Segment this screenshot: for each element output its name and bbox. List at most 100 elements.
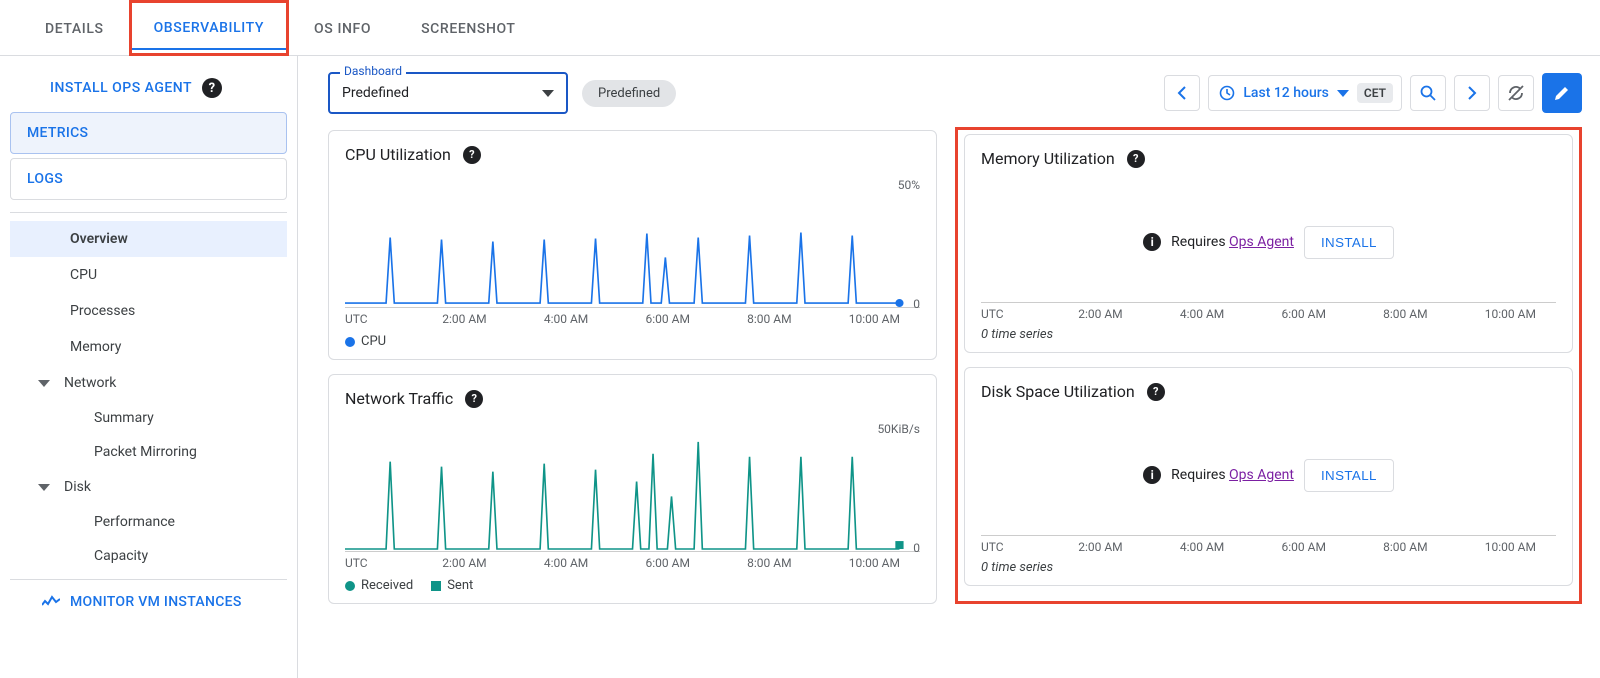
requires-prefix: Requires — [1171, 234, 1229, 250]
tree-item-summary[interactable]: Summary — [10, 401, 287, 435]
legend-item-sent[interactable]: Sent — [431, 578, 473, 593]
x-tick: 4:00 AM — [544, 312, 588, 326]
ops-agent-link[interactable]: Ops Agent — [1229, 234, 1294, 250]
monitor-vm-instances-label: MONITOR VM INSTANCES — [70, 594, 242, 610]
card-title-text: CPU Utilization — [345, 145, 451, 164]
x-tick: 8:00 AM — [747, 556, 791, 570]
main-content: Dashboard Predefined Predefined Last 12 … — [298, 56, 1600, 678]
tab-observability[interactable]: OBSERVABILITY — [129, 0, 289, 56]
sidebar-tab-metrics[interactable]: METRICS — [10, 112, 287, 154]
tree-item-capacity[interactable]: Capacity — [10, 539, 287, 573]
legend-swatch-icon — [345, 581, 355, 591]
dashboard-select-label: Dashboard — [340, 64, 406, 78]
pencil-icon — [1553, 84, 1571, 102]
net-plot[interactable]: 50KiB/s 0 — [345, 422, 920, 552]
requires-prefix: Requires — [1171, 467, 1229, 483]
net-spark-icon — [345, 422, 920, 551]
tab-details[interactable]: DETAILS — [20, 0, 129, 56]
x-axis: UTC 2:00 AM 4:00 AM 6:00 AM 8:00 AM 10:0… — [345, 552, 920, 570]
legend-item-cpu[interactable]: CPU — [345, 334, 386, 349]
timezone-chip: CET — [1357, 83, 1393, 103]
x-axis: UTC 2:00 AM 4:00 AM 6:00 AM 8:00 AM 10:0… — [981, 303, 1556, 321]
legend: CPU — [345, 326, 920, 349]
tree-group-network[interactable]: Network — [10, 365, 287, 401]
legend: Received Sent — [345, 570, 920, 593]
chart-grid: CPU Utilization ? 50% 0 UTC 2:00 AM — [328, 130, 1582, 604]
info-icon: i — [1143, 233, 1161, 251]
y-axis-max: 50KiB/s — [877, 422, 920, 436]
sidebar-tab-logs[interactable]: LOGS — [10, 158, 287, 200]
y-axis-min: 0 — [913, 541, 920, 555]
dashboard-select[interactable]: Dashboard Predefined — [328, 72, 568, 114]
tab-screenshot[interactable]: SCREENSHOT — [396, 0, 540, 56]
x-tick: UTC — [345, 556, 385, 570]
x-tick: 6:00 AM — [1282, 540, 1326, 554]
edit-dashboard-button[interactable] — [1542, 73, 1582, 113]
metrics-tree: Overview CPU Processes Memory Network Su… — [10, 221, 287, 573]
chart-col-right-highlighted: Memory Utilization ? i Requires Ops Agen… — [955, 127, 1582, 604]
legend-item-received[interactable]: Received — [345, 578, 413, 593]
help-icon[interactable]: ? — [1147, 383, 1165, 401]
time-range-label: Last 12 hours — [1243, 85, 1329, 101]
tree-item-packet-mirroring[interactable]: Packet Mirroring — [10, 435, 287, 469]
tree-group-network-label: Network — [64, 375, 116, 391]
cpu-plot[interactable]: 50% 0 — [345, 178, 920, 308]
tree-item-processes[interactable]: Processes — [10, 293, 287, 329]
chart-col-left: CPU Utilization ? 50% 0 UTC 2:00 AM — [328, 130, 937, 604]
x-tick: 10:00 AM — [849, 312, 900, 326]
x-tick: UTC — [345, 312, 385, 326]
requires-text: Requires Ops Agent — [1171, 234, 1294, 250]
x-tick: 8:00 AM — [747, 312, 791, 326]
divider — [10, 212, 287, 213]
install-button[interactable]: INSTALL — [1304, 459, 1394, 492]
card-title-text: Memory Utilization — [981, 149, 1115, 168]
chevron-down-icon — [38, 380, 50, 387]
info-icon: i — [1143, 466, 1161, 484]
y-axis-max: 50% — [898, 178, 920, 192]
x-tick: 10:00 AM — [1485, 540, 1536, 554]
time-controls: Last 12 hours CET — [1164, 73, 1582, 113]
x-tick: 10:00 AM — [1485, 307, 1536, 321]
chevron-down-icon — [542, 90, 554, 97]
install-ops-agent-link[interactable]: INSTALL OPS AGENT — [50, 80, 192, 96]
chevron-down-icon — [1337, 90, 1349, 97]
legend-label: Received — [361, 578, 413, 593]
tree-item-memory[interactable]: Memory — [10, 329, 287, 365]
time-prev-button[interactable] — [1164, 75, 1200, 111]
x-tick: 6:00 AM — [646, 312, 690, 326]
help-icon[interactable]: ? — [465, 390, 483, 408]
ops-agent-link[interactable]: Ops Agent — [1229, 467, 1294, 483]
tree-item-performance[interactable]: Performance — [10, 505, 287, 539]
auto-refresh-off-button[interactable] — [1498, 75, 1534, 111]
card-network-traffic: Network Traffic ? 50KiB/s 0 UTC 2:00 AM — [328, 374, 937, 604]
time-next-button[interactable] — [1454, 75, 1490, 111]
x-tick: 10:00 AM — [849, 556, 900, 570]
chevron-left-icon — [1177, 86, 1187, 100]
tree-item-cpu[interactable]: CPU — [10, 257, 287, 293]
help-icon[interactable]: ? — [202, 78, 222, 98]
monitor-vm-instances-link[interactable]: MONITOR VM INSTANCES — [10, 579, 287, 610]
requires-ops-agent-row: i Requires Ops Agent INSTALL — [981, 415, 1556, 535]
zoom-button[interactable] — [1410, 75, 1446, 111]
refresh-off-icon — [1507, 84, 1525, 102]
search-icon — [1420, 85, 1436, 101]
install-button[interactable]: INSTALL — [1304, 226, 1394, 259]
dashboard-chip[interactable]: Predefined — [582, 80, 676, 107]
dashboard-select-value: Predefined — [342, 85, 409, 101]
toolbar: Dashboard Predefined Predefined Last 12 … — [328, 72, 1582, 114]
time-range-picker[interactable]: Last 12 hours CET — [1208, 75, 1402, 111]
help-icon[interactable]: ? — [1127, 150, 1145, 168]
card-title-text: Network Traffic — [345, 389, 453, 408]
requires-ops-agent-row: i Requires Ops Agent INSTALL — [981, 182, 1556, 302]
zero-series-note: 0 time series — [981, 321, 1556, 342]
x-tick: 4:00 AM — [1180, 540, 1224, 554]
tree-group-disk[interactable]: Disk — [10, 469, 287, 505]
chevron-right-icon — [1467, 86, 1477, 100]
x-tick: 8:00 AM — [1383, 540, 1427, 554]
legend-label: Sent — [447, 578, 473, 593]
x-tick: 2:00 AM — [1078, 540, 1122, 554]
clock-icon — [1219, 85, 1235, 101]
tab-os-info[interactable]: OS INFO — [289, 0, 396, 56]
help-icon[interactable]: ? — [463, 146, 481, 164]
tree-item-overview[interactable]: Overview — [10, 221, 287, 257]
